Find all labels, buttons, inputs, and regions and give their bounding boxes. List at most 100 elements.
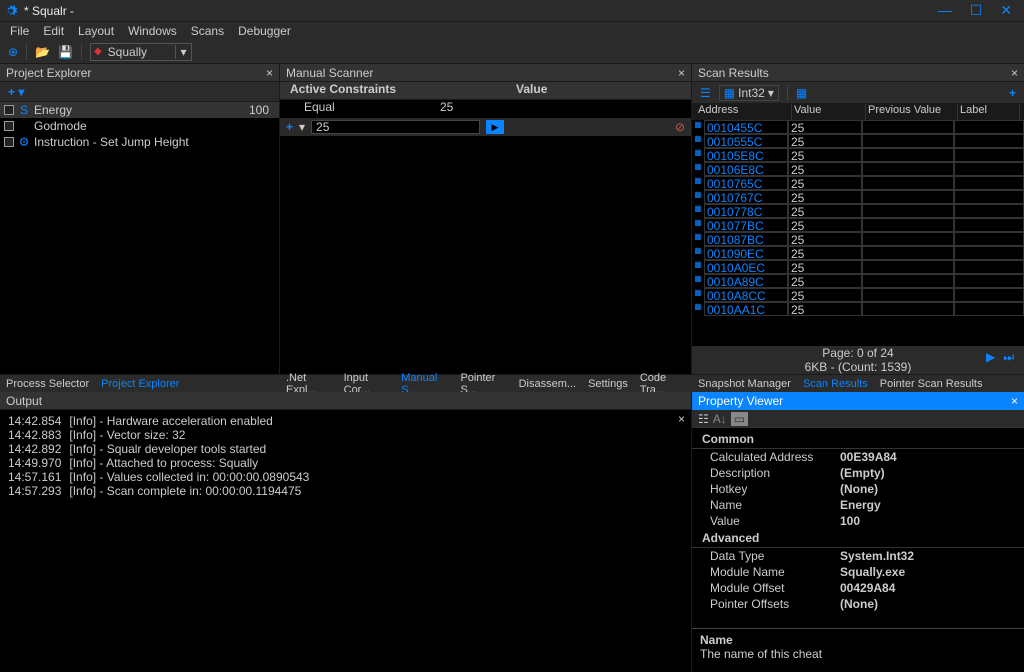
property-row[interactable]: Module Offset00429A84 <box>692 580 1024 596</box>
item-label: Godmode <box>34 119 87 133</box>
tree-item[interactable]: ⚙ Instruction - Set Jump Height <box>0 134 279 150</box>
tab[interactable]: Settings <box>582 378 634 390</box>
table-row[interactable]: ▦ 0010555C 25 <box>692 134 1024 148</box>
prev-value-cell <box>862 218 954 232</box>
property-row[interactable]: NameEnergy <box>692 497 1024 513</box>
list-icon[interactable]: ☰ <box>700 86 711 100</box>
close-icon[interactable]: × <box>1011 66 1018 80</box>
tab[interactable]: Snapshot Manager <box>692 378 797 390</box>
table-row[interactable]: ▦ 0010A0EC 25 <box>692 260 1024 274</box>
table-row[interactable]: ▦ 001087BC 25 <box>692 232 1024 246</box>
menu-file[interactable]: File <box>10 24 29 38</box>
table-row[interactable]: ▦ 0010778C 25 <box>692 204 1024 218</box>
close-icon[interactable]: × <box>1011 394 1018 408</box>
menu-scans[interactable]: Scans <box>191 24 224 38</box>
table-row[interactable]: ▦ 001077BC 25 <box>692 218 1024 232</box>
target-icon[interactable]: ⊕ <box>8 45 18 59</box>
label-cell <box>954 232 1024 246</box>
menu-edit[interactable]: Edit <box>43 24 64 38</box>
checkbox[interactable] <box>4 121 14 131</box>
table-row[interactable]: ▦ 0010765C 25 <box>692 176 1024 190</box>
add-result-button[interactable]: + <box>1009 86 1016 100</box>
maximize-button[interactable]: ☐ <box>970 2 983 19</box>
property-row[interactable]: Module NameSqually.exe <box>692 564 1024 580</box>
save-icon[interactable]: 💾 <box>58 45 73 59</box>
property-viewer-panel: Property Viewer × ☷ A↓ ▭ CommonCalculate… <box>692 392 1024 672</box>
close-icon[interactable]: × <box>678 412 685 426</box>
chevron-down-icon[interactable]: ▾ <box>175 45 191 59</box>
item-icon: S <box>18 103 30 117</box>
close-icon[interactable]: × <box>678 66 685 80</box>
constraint-row[interactable]: Equal 25 <box>280 100 691 118</box>
menu-windows[interactable]: Windows <box>128 24 177 38</box>
address-cell: 001077BC <box>704 218 788 232</box>
value-cell: 25 <box>788 302 862 316</box>
last-page-icon[interactable]: ⏭ <box>1003 350 1014 365</box>
table-row[interactable]: ▦ 0010A8CC 25 <box>692 288 1024 302</box>
row-icon: ▦ <box>692 288 704 302</box>
label-cell <box>954 260 1024 274</box>
menu-debugger[interactable]: Debugger <box>238 24 291 38</box>
pages-icon[interactable]: ▭ <box>731 412 748 426</box>
next-page-icon[interactable]: ▶ <box>986 350 995 365</box>
tree-item[interactable]: S Energy 100 <box>0 102 279 118</box>
log-line: 14:57.161[Info] - Values collected in: 0… <box>8 470 683 484</box>
property-category[interactable]: Advanced <box>692 529 1024 548</box>
tab[interactable]: Pointer Scan Results <box>874 378 989 390</box>
scan-results-header: Scan Results × <box>692 64 1024 82</box>
cancel-icon[interactable]: ⊘ <box>675 120 685 134</box>
table-row[interactable]: ▦ 00105E8C 25 <box>692 148 1024 162</box>
scan-value-input[interactable] <box>311 120 480 134</box>
row-icon: ▦ <box>692 162 704 176</box>
tab[interactable]: Disassem... <box>513 378 582 390</box>
property-row[interactable]: Description(Empty) <box>692 465 1024 481</box>
process-selector[interactable]: ◆ Squally ▾ <box>90 43 192 61</box>
table-row[interactable]: ▦ 0010A89C 25 <box>692 274 1024 288</box>
row-icon: ▦ <box>692 218 704 232</box>
property-row[interactable]: Pointer Offsets(None) <box>692 596 1024 612</box>
row-icon: ▦ <box>692 190 704 204</box>
title-bar: * Squalr - — ☐ ✕ <box>0 0 1024 22</box>
menu-layout[interactable]: Layout <box>78 24 114 38</box>
table-row[interactable]: ▦ 0010455C 25 <box>692 120 1024 134</box>
value-cell: 25 <box>788 176 862 190</box>
columns-icon[interactable]: ▦ <box>796 86 807 100</box>
open-icon[interactable]: 📂 <box>35 45 50 59</box>
prev-value-cell <box>862 204 954 218</box>
close-icon[interactable]: × <box>266 66 273 80</box>
scan-input-row: + ▾ ▶ ⊘ <box>280 118 691 136</box>
chevron-down-icon[interactable]: ▾ <box>299 120 305 134</box>
tree-item[interactable]: Godmode <box>0 118 279 134</box>
property-viewer-header: Property Viewer × <box>692 392 1024 410</box>
data-type-dropdown[interactable]: ▦ Int32 ▾ <box>719 85 779 101</box>
play-icon[interactable]: ▶ <box>486 120 504 134</box>
grid-icon: ▦ <box>724 86 735 100</box>
property-category[interactable]: Common <box>692 430 1024 449</box>
property-row[interactable]: Data TypeSystem.Int32 <box>692 548 1024 564</box>
label-cell <box>954 246 1024 260</box>
label-cell <box>954 204 1024 218</box>
close-button[interactable]: ✕ <box>1000 2 1012 19</box>
sort-icon[interactable]: A↓ <box>713 412 727 426</box>
value-cell: 25 <box>788 246 862 260</box>
table-row[interactable]: ▦ 001090EC 25 <box>692 246 1024 260</box>
checkbox[interactable] <box>4 105 14 115</box>
checkbox[interactable] <box>4 137 14 147</box>
tab[interactable]: Scan Results <box>797 378 874 390</box>
property-row[interactable]: Calculated Address00E39A84 <box>692 449 1024 465</box>
minimize-button[interactable]: — <box>938 2 952 19</box>
row-icon: ▦ <box>692 246 704 260</box>
row-icon: ▦ <box>692 120 704 134</box>
tab[interactable]: Process Selector <box>0 378 95 390</box>
add-button[interactable]: + ▾ <box>8 85 24 99</box>
tab[interactable]: Project Explorer <box>95 378 185 390</box>
item-icon: ⚙ <box>18 135 30 149</box>
property-row[interactable]: Value100 <box>692 513 1024 529</box>
property-row[interactable]: Hotkey(None) <box>692 481 1024 497</box>
prev-value-cell <box>862 246 954 260</box>
table-row[interactable]: ▦ 0010767C 25 <box>692 190 1024 204</box>
add-constraint-button[interactable]: + <box>286 120 293 134</box>
categorize-icon[interactable]: ☷ <box>698 412 709 426</box>
table-row[interactable]: ▦ 0010AA1C 25 <box>692 302 1024 316</box>
table-row[interactable]: ▦ 00106E8C 25 <box>692 162 1024 176</box>
